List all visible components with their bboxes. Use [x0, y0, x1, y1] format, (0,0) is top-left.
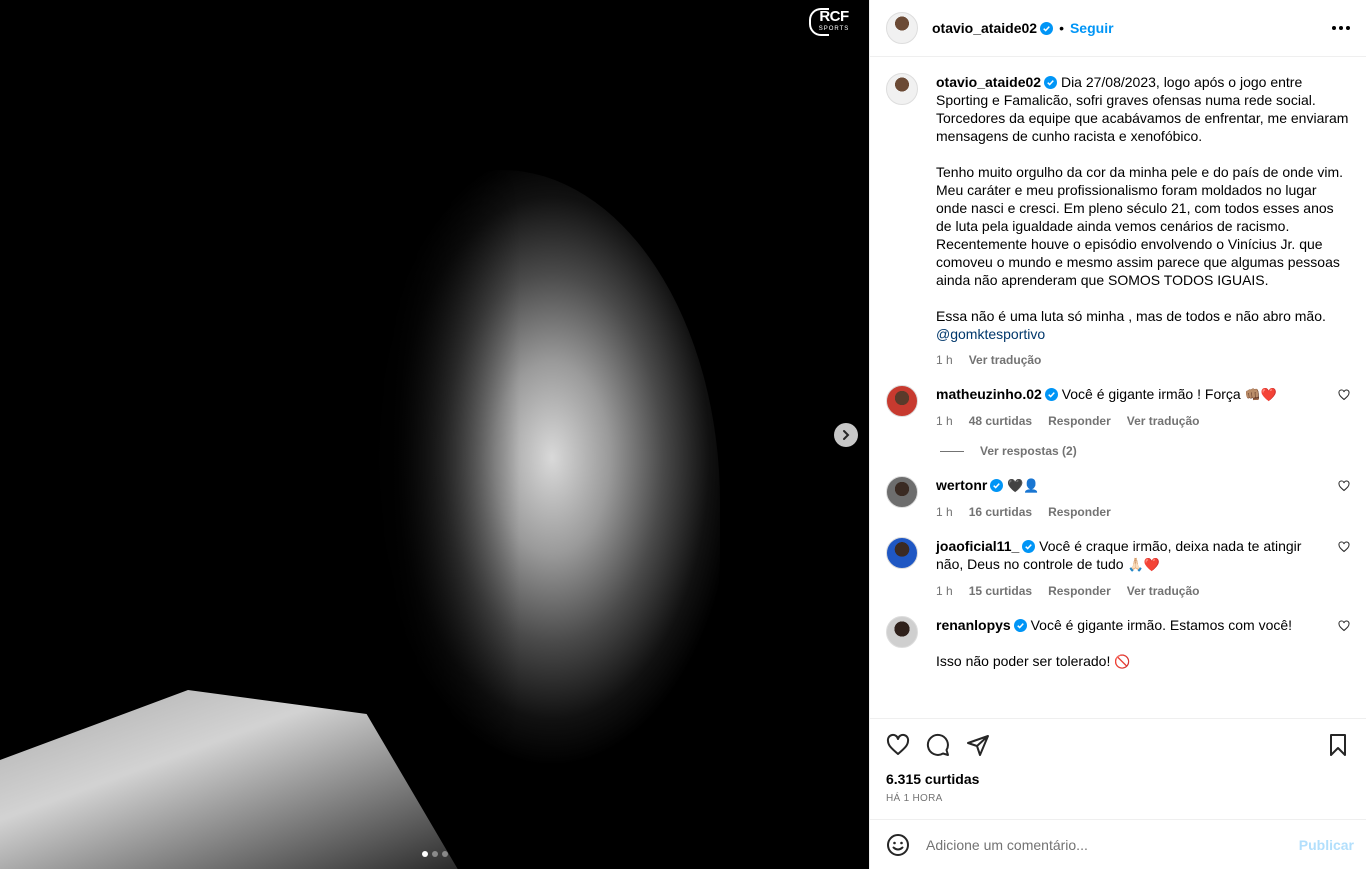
commenter-avatar[interactable] — [886, 476, 918, 508]
more-options-button[interactable] — [1332, 20, 1350, 36]
post-photo — [0, 0, 869, 869]
commenter-avatar[interactable] — [886, 385, 918, 417]
comment-likes[interactable]: 15 curtidas — [969, 582, 1032, 600]
commenter-username[interactable]: renanlopys — [936, 617, 1011, 633]
carousel-indicator — [421, 851, 448, 857]
separator-dot: • — [1059, 20, 1064, 36]
comment-text: Você é gigante irmão ! Força — [1061, 386, 1241, 402]
verified-badge-icon — [1044, 388, 1058, 401]
view-replies-button[interactable]: Ver respostas (2) — [940, 444, 1350, 458]
commenter-username[interactable]: matheuzinho.02 — [936, 386, 1042, 402]
comment-emoji: 🖤👤 — [1007, 478, 1040, 493]
comment-input[interactable] — [926, 836, 1299, 853]
comment-emoji: 🚫 — [1114, 654, 1131, 669]
caption-text: Dia 27/08/2023, logo após o jogo entre S… — [936, 74, 1349, 324]
comment-item: matheuzinho.02 Você é gigante irmão ! Fo… — [886, 385, 1350, 430]
save-bookmark-icon[interactable] — [1326, 733, 1350, 757]
share-icon[interactable] — [966, 733, 990, 757]
more-icon — [1332, 26, 1336, 30]
post-panel: otavio_ataide02 • Seguir otavio_ataide02… — [869, 0, 1366, 869]
comment-time: 1 h — [936, 584, 953, 598]
commenter-avatar[interactable] — [886, 616, 918, 648]
post-time: HÁ 1 HORA — [886, 793, 943, 804]
chevron-right-icon — [843, 430, 850, 440]
author-username[interactable]: otavio_ataide02 — [932, 20, 1037, 36]
comments-list: otavio_ataide02 Dia 27/08/2023, logo apó… — [870, 57, 1366, 718]
carousel-dot — [421, 851, 428, 857]
instagram-post-view: RCF SPORTS otavio_ataide02 • Seguir otav… — [0, 0, 1366, 869]
verified-badge-icon — [1040, 21, 1054, 35]
comment-time: 1 h — [936, 505, 953, 519]
commenter-avatar[interactable] — [886, 537, 918, 569]
caption-time: 1 h — [936, 353, 953, 367]
publish-button[interactable]: Publicar — [1299, 837, 1354, 853]
verified-badge-icon — [990, 479, 1004, 492]
commenter-username[interactable]: joaoficial11_ — [936, 538, 1019, 554]
reply-button[interactable]: Responder — [1048, 582, 1111, 600]
translate-link[interactable]: Ver tradução — [969, 351, 1042, 369]
translate-link[interactable]: Ver tradução — [1127, 412, 1200, 430]
comment-emoji: 👊🏽❤️ — [1244, 387, 1277, 402]
like-comment-icon[interactable] — [1338, 480, 1350, 492]
verified-badge-icon — [1022, 540, 1036, 553]
carousel-dot — [431, 851, 438, 857]
like-icon[interactable] — [886, 733, 910, 757]
follow-button[interactable]: Seguir — [1070, 20, 1114, 36]
like-comment-icon[interactable] — [1338, 541, 1350, 553]
next-slide-button[interactable] — [834, 423, 858, 447]
comment-item: joaoficial11_ Você é craque irmão, deixa… — [886, 537, 1350, 600]
reply-button[interactable]: Responder — [1048, 503, 1111, 521]
likes-count[interactable]: 6.315 curtidas — [886, 771, 1350, 787]
comment-likes[interactable]: 16 curtidas — [969, 503, 1032, 521]
mention-link[interactable]: @gomktesportivo — [936, 326, 1045, 342]
like-comment-icon[interactable] — [1338, 620, 1350, 632]
reply-button[interactable]: Responder — [1048, 412, 1111, 430]
post-caption: otavio_ataide02 Dia 27/08/2023, logo apó… — [886, 73, 1350, 369]
comment-likes[interactable]: 48 curtidas — [969, 412, 1032, 430]
like-comment-icon[interactable] — [1338, 389, 1350, 401]
comment-time: 1 h — [936, 414, 953, 428]
caption-username[interactable]: otavio_ataide02 — [936, 74, 1041, 90]
comment-item: renanlopys Você é gigante irmão. Estamos… — [886, 616, 1350, 671]
emoji-icon[interactable] — [886, 833, 910, 857]
verified-badge-icon — [1013, 619, 1027, 632]
author-avatar[interactable] — [886, 12, 918, 44]
comment-emoji: 🙏🏻❤️ — [1127, 557, 1160, 572]
comment-item: wertonr 🖤👤 1 h 16 curtidas Responder — [886, 476, 1350, 521]
rcf-sports-logo: RCF SPORTS — [809, 8, 857, 36]
post-actions: 6.315 curtidas HÁ 1 HORA — [870, 718, 1366, 819]
verified-badge-icon — [1044, 76, 1058, 89]
carousel-dot — [441, 851, 448, 857]
caption-avatar[interactable] — [886, 73, 918, 105]
translate-link[interactable]: Ver tradução — [1127, 582, 1200, 600]
add-comment-bar: Publicar — [870, 819, 1366, 869]
commenter-username[interactable]: wertonr — [936, 477, 987, 493]
comment-icon[interactable] — [926, 733, 950, 757]
post-header: otavio_ataide02 • Seguir — [870, 0, 1366, 57]
post-media: RCF SPORTS — [0, 0, 869, 869]
